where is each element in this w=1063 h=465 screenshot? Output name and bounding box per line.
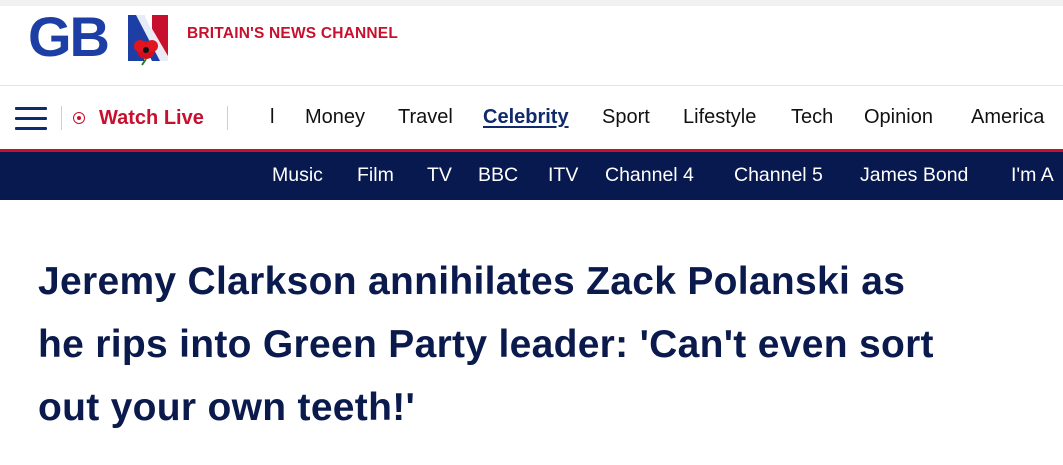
headline-line: he rips into Green Party leader: 'Can't …	[38, 323, 934, 366]
gb-news-logo[interactable]: GB	[28, 10, 178, 66]
headline-line: Jeremy Clarkson annihilates Zack Polansk…	[38, 260, 906, 303]
nav-item-partial[interactable]: l	[270, 106, 274, 129]
poppy-icon	[134, 40, 158, 66]
headline-line: out your own teeth!'	[38, 386, 416, 429]
subnav-item-bbc[interactable]: BBC	[478, 164, 518, 187]
subnav-item-music[interactable]: Music	[272, 164, 323, 187]
watch-live-label: Watch Live	[99, 106, 204, 129]
subnav-item-film[interactable]: Film	[357, 164, 394, 187]
subnav-item-channel-4[interactable]: Channel 4	[605, 164, 694, 187]
live-record-icon	[73, 112, 85, 124]
logo-wordmark: GB	[28, 10, 108, 66]
main-navigation: Watch Live l Money Travel Celebrity Spor…	[0, 87, 1063, 149]
sub-navigation: Music Film TV BBC ITV Channel 4 Channel …	[0, 152, 1063, 200]
subnav-item-james-bond[interactable]: James Bond	[860, 164, 968, 187]
nav-divider	[227, 106, 228, 130]
nav-item-america[interactable]: America	[971, 106, 1044, 129]
watch-live-button[interactable]: Watch Live	[73, 105, 204, 131]
nav-item-celebrity[interactable]: Celebrity	[483, 106, 569, 129]
nav-item-lifestyle[interactable]: Lifestyle	[683, 106, 756, 129]
subnav-item-im-a[interactable]: I'm A	[1011, 164, 1054, 187]
nav-item-sport[interactable]: Sport	[602, 106, 650, 129]
nav-divider	[61, 106, 62, 130]
site-header: GB BRITAIN'S NEWS CHANNEL	[0, 6, 1063, 86]
subnav-item-channel-5[interactable]: Channel 5	[734, 164, 823, 187]
nav-item-tech[interactable]: Tech	[791, 106, 833, 129]
subnav-item-itv[interactable]: ITV	[548, 164, 578, 187]
brand-tagline: BRITAIN'S NEWS CHANNEL	[187, 25, 399, 42]
nav-item-money[interactable]: Money	[305, 106, 365, 129]
nav-links-viewport: l Money Travel Celebrity Sport Lifestyle…	[240, 87, 1063, 149]
hamburger-menu-icon[interactable]	[15, 106, 47, 130]
subnav-item-tv[interactable]: TV	[427, 164, 452, 187]
nav-item-travel[interactable]: Travel	[398, 106, 453, 129]
article-headline: Jeremy Clarkson annihilates Zack Polansk…	[38, 250, 1038, 439]
nav-item-opinion[interactable]: Opinion	[864, 106, 933, 129]
